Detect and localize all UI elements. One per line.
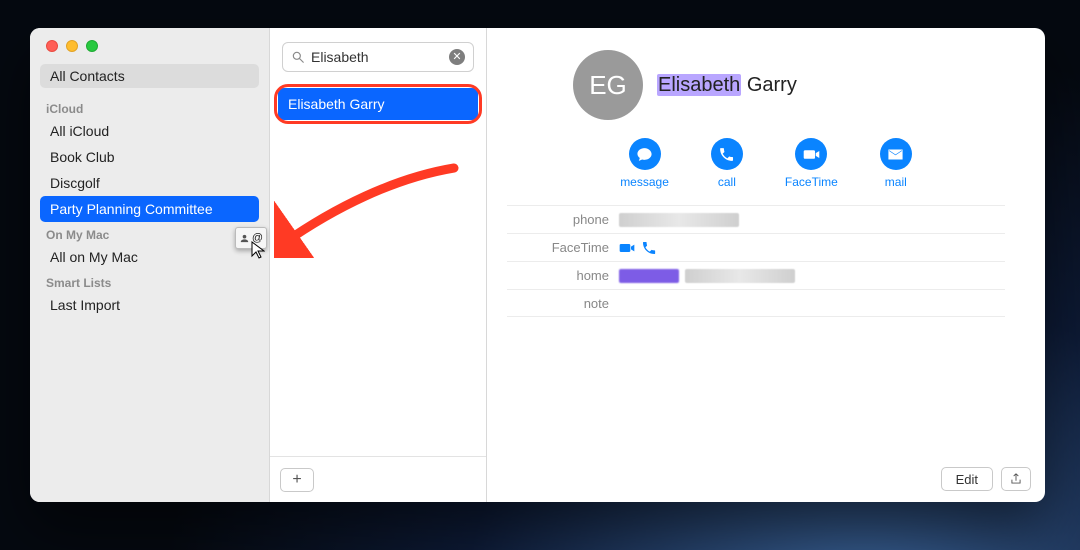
field-facetime-label: FaceTime bbox=[507, 240, 619, 255]
action-call-label: call bbox=[718, 175, 736, 189]
share-button[interactable] bbox=[1001, 467, 1031, 491]
share-icon bbox=[1009, 472, 1023, 486]
field-home[interactable]: home bbox=[507, 261, 1005, 289]
field-phone[interactable]: phone bbox=[507, 205, 1005, 233]
minimize-window-button[interactable] bbox=[66, 40, 78, 52]
action-call[interactable]: call bbox=[711, 138, 743, 189]
action-message[interactable]: message bbox=[620, 138, 669, 189]
contact-list-column: Elisabeth ✕ Elisabeth Garry + bbox=[270, 28, 487, 502]
search-result-name: Elisabeth Garry bbox=[288, 96, 384, 112]
sidebar-item-discgolf[interactable]: Discgolf bbox=[40, 170, 259, 196]
search-query-text: Elisabeth bbox=[305, 49, 449, 65]
zoom-window-button[interactable] bbox=[86, 40, 98, 52]
list-bottom-bar: + bbox=[270, 456, 486, 502]
action-facetime[interactable]: FaceTime bbox=[785, 138, 838, 189]
name-last: Garry bbox=[747, 74, 797, 96]
sidebar-item-party-planning[interactable]: Party Planning Committee bbox=[40, 196, 259, 222]
add-contact-button[interactable]: + bbox=[280, 468, 314, 492]
sidebar-section-header-smartlists: Smart Lists bbox=[30, 270, 269, 292]
avatar[interactable]: EG bbox=[573, 50, 643, 120]
quick-actions-row: message call FaceTime mail bbox=[487, 130, 1045, 205]
edit-button[interactable]: Edit bbox=[941, 467, 993, 491]
sidebar-item-book-club[interactable]: Book Club bbox=[40, 144, 259, 170]
facetime-icon bbox=[795, 138, 827, 170]
name-first-highlighted: Elisabeth bbox=[657, 74, 741, 96]
sidebar-all-contacts[interactable]: All Contacts bbox=[40, 64, 259, 88]
contact-name[interactable]: Elisabeth Garry bbox=[657, 74, 797, 97]
close-window-button[interactable] bbox=[46, 40, 58, 52]
sidebar-section-header-icloud: iCloud bbox=[30, 96, 269, 118]
search-result-selected[interactable]: Elisabeth Garry bbox=[278, 88, 478, 120]
search-icon bbox=[291, 50, 305, 64]
action-message-label: message bbox=[620, 175, 669, 189]
action-mail[interactable]: mail bbox=[880, 138, 912, 189]
sidebar: All Contacts iCloud All iCloud Book Club… bbox=[30, 28, 270, 502]
message-icon bbox=[629, 138, 661, 170]
sidebar-section-header-onmymac: On My Mac bbox=[30, 222, 269, 244]
field-note[interactable]: note bbox=[507, 289, 1005, 317]
action-facetime-label: FaceTime bbox=[785, 175, 838, 189]
facetime-video-icon[interactable] bbox=[619, 240, 635, 256]
field-facetime[interactable]: FaceTime bbox=[507, 233, 1005, 261]
field-phone-label: phone bbox=[507, 212, 619, 227]
field-facetime-value bbox=[619, 240, 657, 256]
clear-search-button[interactable]: ✕ bbox=[449, 49, 465, 65]
contacts-window: All Contacts iCloud All iCloud Book Club… bbox=[30, 28, 1045, 502]
contact-fields: phone FaceTime home note bbox=[487, 205, 1045, 317]
sidebar-item-all-icloud[interactable]: All iCloud bbox=[40, 118, 259, 144]
sidebar-item-all-on-my-mac[interactable]: All on My Mac bbox=[40, 244, 259, 270]
contact-detail-pane: EG Elisabeth Garry message call bbox=[487, 28, 1045, 502]
detail-bottom-bar: Edit bbox=[487, 456, 1045, 502]
phone-icon bbox=[711, 138, 743, 170]
person-icon bbox=[239, 233, 250, 244]
facetime-audio-icon[interactable] bbox=[641, 240, 657, 256]
search-field[interactable]: Elisabeth ✕ bbox=[282, 42, 474, 72]
sidebar-item-last-import[interactable]: Last Import bbox=[40, 292, 259, 318]
field-note-label: note bbox=[507, 296, 619, 311]
field-home-label: home bbox=[507, 268, 619, 283]
action-mail-label: mail bbox=[885, 175, 907, 189]
traffic-lights bbox=[30, 38, 269, 64]
drag-at-glyph: @ bbox=[252, 232, 263, 244]
field-phone-value-redacted bbox=[619, 213, 739, 227]
drag-vcard-badge: @ bbox=[235, 227, 267, 249]
mail-icon bbox=[880, 138, 912, 170]
field-home-value-redacted bbox=[619, 269, 795, 283]
